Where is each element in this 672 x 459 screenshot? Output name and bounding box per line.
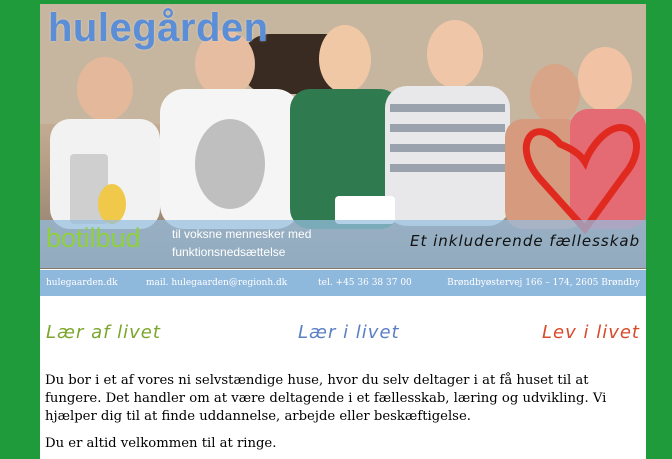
tagline: til voksne mennesker med funktionsnedsæt… — [172, 227, 312, 259]
email-link[interactable]: mail. hulegaarden@regionh.dk — [146, 278, 287, 288]
address: Brøndbyøstervej 166 – 174, 2605 Brøndby — [447, 278, 640, 288]
motto-learn-in-life: Lær i livet — [298, 322, 400, 343]
website-link[interactable]: hulegaarden.dk — [46, 278, 118, 288]
welcome-paragraph: Du er altid velkommen til at ringe. — [45, 436, 277, 451]
intro-paragraph: Du bor i et af vores ni selvstændige hus… — [45, 373, 607, 424]
site-title[interactable]: hulegården — [48, 6, 269, 51]
motto-learn-from-life: Lær af livet — [46, 322, 161, 343]
header-photo: hulegården botilbud til voksne mennesker… — [40, 4, 646, 269]
motto-live-in-life: Lev i livet — [542, 322, 640, 343]
slogan: Et inkluderende fællesskab — [410, 232, 641, 250]
subtitle: botilbud — [46, 223, 141, 253]
left-frame — [0, 0, 40, 459]
contact-bar: hulegaarden.dk mail. hulegaarden@regionh… — [40, 270, 646, 296]
phone-number[interactable]: tel. +45 36 38 37 00 — [318, 278, 412, 288]
page: hulegården botilbud til voksne mennesker… — [40, 4, 646, 459]
right-frame — [646, 0, 672, 459]
